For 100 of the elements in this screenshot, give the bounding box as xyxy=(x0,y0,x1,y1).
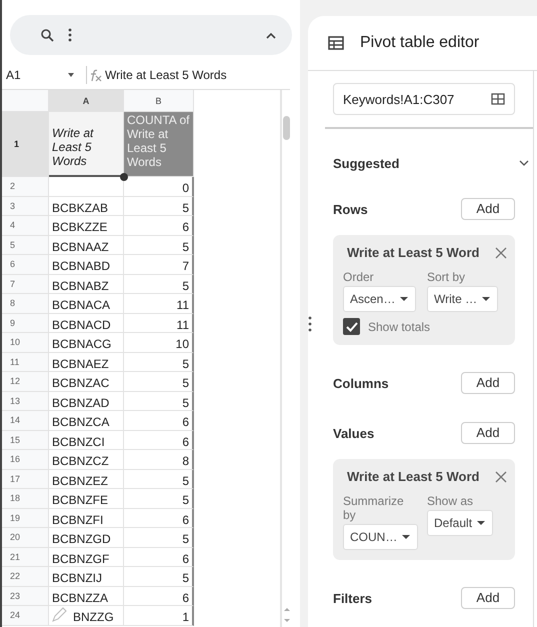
table-cell: BCBNZCI xyxy=(49,430,124,450)
table-cell: 5 xyxy=(124,236,194,255)
checkbox[interactable] xyxy=(343,318,360,335)
row-number[interactable]: 19 xyxy=(2,508,49,528)
chevron-icon xyxy=(519,159,529,167)
table-cell: 6 xyxy=(124,508,194,528)
fill-handle[interactable] xyxy=(120,173,128,181)
row-number[interactable]: 3 xyxy=(2,196,49,216)
row-number[interactable]: 7 xyxy=(2,274,49,294)
table-cell: BNZZG xyxy=(73,610,114,624)
row-number[interactable]: 1 xyxy=(2,112,49,177)
table-cell: 8 xyxy=(124,450,194,470)
table-cell: 6 xyxy=(124,548,194,567)
check-icon xyxy=(344,320,358,333)
dropdown[interactable]: Default xyxy=(427,510,494,536)
table-icon xyxy=(328,36,344,50)
checkbox-label: Show totals xyxy=(368,320,430,334)
column-header[interactable]: A xyxy=(49,90,124,112)
row-number[interactable]: 11 xyxy=(2,352,49,372)
add-button[interactable]: Add xyxy=(461,587,515,609)
row-number[interactable]: 24 xyxy=(2,606,49,626)
table-cell: BCBNACA xyxy=(49,294,124,314)
table-cell: BCBNZEZ xyxy=(49,470,124,489)
field-title: Write at Least 5 Word xyxy=(347,469,480,484)
row-number[interactable]: 17 xyxy=(2,470,49,489)
row-number[interactable]: 15 xyxy=(2,430,49,450)
close-icon[interactable] xyxy=(495,246,507,258)
dropdown[interactable]: Write … xyxy=(427,286,498,312)
close-icon[interactable] xyxy=(495,470,507,482)
table-cell: BCBNZGD xyxy=(49,528,124,548)
row-number[interactable]: 16 xyxy=(2,450,49,470)
table-cell: 5 xyxy=(124,528,194,548)
table-cell: 11 xyxy=(124,294,194,314)
table-cell: BCBNZCZ xyxy=(49,450,124,470)
table-cell: COUNTA of Write at Least 5 Words xyxy=(124,112,194,177)
section-label: Filters xyxy=(333,590,372,606)
table-cell: BCBKZZE xyxy=(49,216,124,236)
table-cell: BCBNZFI xyxy=(49,508,124,528)
table-cell: 5 xyxy=(124,567,194,586)
row-number[interactable]: 2 xyxy=(2,177,49,196)
table-cell: BCBNACG xyxy=(49,333,124,352)
row-number[interactable]: 4 xyxy=(2,216,49,236)
more-icon[interactable] xyxy=(68,28,72,42)
table-cell: BCBNACD xyxy=(49,314,124,333)
row-number[interactable]: 23 xyxy=(2,586,49,606)
table-cell: BCBNAAZ xyxy=(49,236,124,255)
grid-select-icon[interactable] xyxy=(491,93,505,105)
table-cell: BCBNZGF xyxy=(49,548,124,567)
drag-handle-icon[interactable] xyxy=(308,316,312,332)
suggested-toggle[interactable]: Suggested xyxy=(333,151,529,175)
range-field[interactable]: Keywords!A1:C307 xyxy=(333,83,515,115)
table-cell: BCBNZAD xyxy=(49,392,124,411)
caret-icon xyxy=(401,534,412,540)
row-number[interactable]: 13 xyxy=(2,392,49,411)
field-label: Summarize by xyxy=(343,494,405,522)
table-cell: 5 xyxy=(124,196,194,216)
table-cell: BCBNZIJ xyxy=(49,567,124,586)
section-label: Columns xyxy=(333,376,389,390)
table-cell: 7 xyxy=(124,255,194,274)
row-number[interactable]: 18 xyxy=(2,489,49,508)
row-number[interactable]: 10 xyxy=(2,333,49,352)
table-cell: 1 xyxy=(124,606,194,626)
panel-title: Pivot table editor xyxy=(360,34,480,52)
formula-text[interactable]: Write at Least 5 Words xyxy=(105,68,227,82)
table-cell: BCBNAEZ xyxy=(49,352,124,372)
caret-icon xyxy=(481,296,492,302)
column-header[interactable]: B xyxy=(124,90,194,112)
dropdown[interactable]: Ascen… xyxy=(343,286,416,312)
table-cell: Write at Least 5 Words xyxy=(49,112,124,177)
dropdown[interactable]: COUN… xyxy=(343,524,418,550)
cell-reference[interactable]: A1 xyxy=(2,68,66,82)
table-cell: 5 xyxy=(124,274,194,294)
add-button[interactable]: Add xyxy=(461,198,515,220)
add-button[interactable]: Add xyxy=(461,372,515,394)
row-number[interactable]: 9 xyxy=(2,314,49,333)
table-cell: 6 xyxy=(124,411,194,430)
field-label: Show as xyxy=(427,494,474,508)
row-number[interactable]: 21 xyxy=(2,548,49,567)
table-cell: 6 xyxy=(124,586,194,606)
collapse-icon[interactable] xyxy=(266,30,276,40)
table-cell: BCBNZAC xyxy=(49,372,124,392)
field-label: Order xyxy=(343,270,375,284)
row-number[interactable]: 22 xyxy=(2,567,49,586)
table-cell: 6 xyxy=(124,430,194,450)
table-cell: 11 xyxy=(124,314,194,333)
section-label: Rows xyxy=(333,202,368,216)
row-number[interactable]: 20 xyxy=(2,528,49,548)
row-number[interactable]: 12 xyxy=(2,372,49,392)
search-icon[interactable] xyxy=(40,28,54,42)
scrollbar-thumb[interactable] xyxy=(283,116,290,140)
table-cell: BCBNZCA xyxy=(49,411,124,430)
row-number[interactable]: 5 xyxy=(2,236,49,255)
row-number[interactable]: 8 xyxy=(2,294,49,314)
section-label: Values xyxy=(333,426,374,440)
table-cell: BCBNABD xyxy=(49,255,124,274)
row-number[interactable]: 14 xyxy=(2,411,49,430)
table-cell: 5 xyxy=(124,489,194,508)
row-number[interactable]: 6 xyxy=(2,255,49,274)
add-button[interactable]: Add xyxy=(461,422,515,444)
table-cell: BCBNZFE xyxy=(49,489,124,508)
